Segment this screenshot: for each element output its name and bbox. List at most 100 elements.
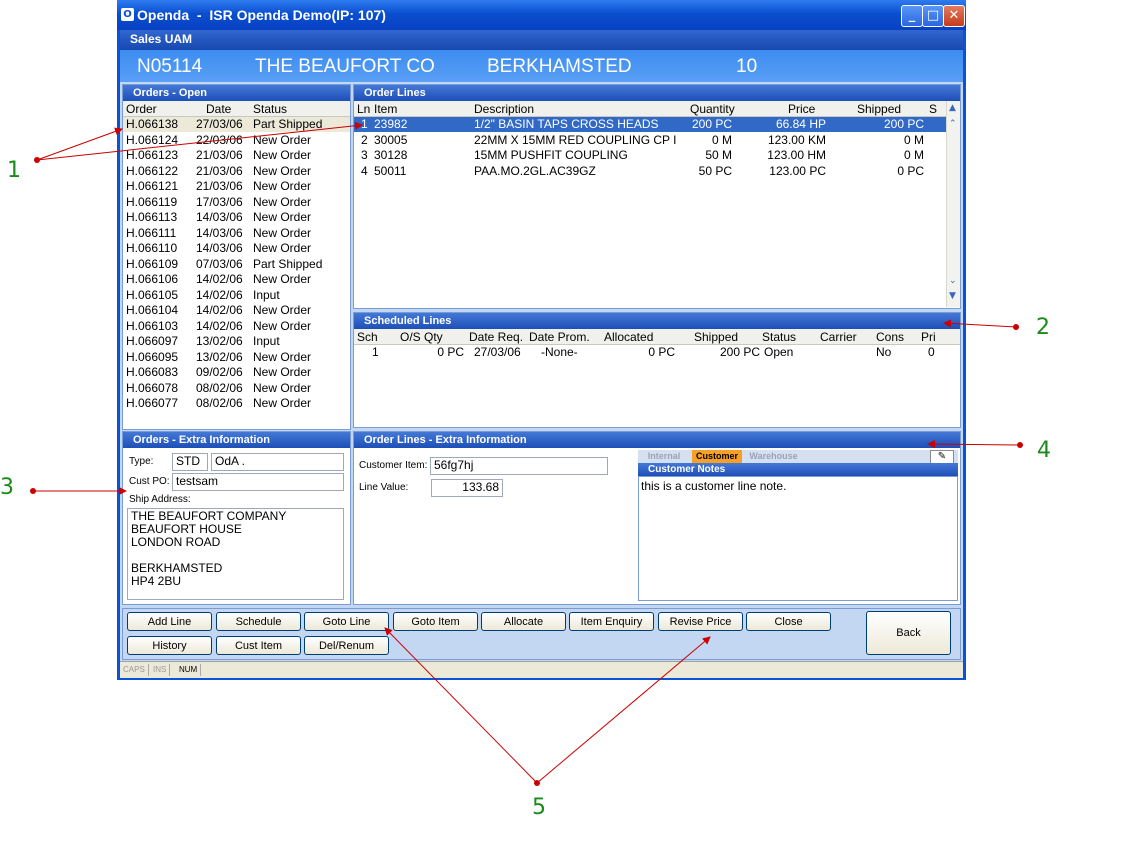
col-description[interactable]: Description (474, 102, 534, 116)
maximize-icon: □ (926, 8, 940, 23)
cust-po-label: Cust PO: (129, 476, 170, 487)
scroll-down-icon[interactable]: ▼ (949, 291, 956, 301)
goto-item-button[interactable]: Goto Item (393, 612, 478, 631)
history-button[interactable]: History (127, 636, 212, 655)
tab-warehouse[interactable]: Warehouse (746, 450, 801, 463)
order-line-row[interactable]: 1 23982 1/2" BASIN TAPS CROSS HEADS 200 PC 6… (354, 117, 946, 132)
order-row[interactable]: H.066078 08/02/06 New Order (123, 381, 350, 396)
order-row[interactable]: H.066119 17/03/06 New Order (123, 195, 350, 210)
maximize-button[interactable]: □ (922, 5, 944, 27)
menu-label[interactable]: Sales UAM (130, 32, 192, 46)
order-line-row[interactable]: 3 30128 15MM PUSHFIT COUPLING 50 M 123.00 HM… (354, 148, 946, 163)
scheduled-line-row[interactable]: 1 0 PC 27/03/06 -None- 0 PC 200 PC Open No 0 (354, 345, 960, 360)
window-title: Openda - ISR Openda Demo(IP: 107) (137, 7, 386, 23)
order-row[interactable]: H.066103 14/02/06 New Order (123, 319, 350, 334)
lines-extra-title: Order Lines - Extra Information (354, 432, 960, 448)
order-row[interactable]: H.066106 14/02/06 New Order (123, 272, 350, 287)
order-number: H.066123 (126, 148, 179, 162)
col-status[interactable]: Status (253, 102, 287, 116)
col-price[interactable]: Price (788, 102, 815, 116)
line-number: 4 (361, 163, 368, 178)
ship-address-field[interactable]: THE BEAUFORT COMPANY BEAUFORT HOUSE LONDON… (127, 508, 344, 600)
sch-number: 1 (372, 345, 379, 359)
order-row[interactable]: H.066138 27/03/06 Part Shipped (123, 117, 350, 132)
tab-internal[interactable]: Internal (638, 450, 690, 463)
order-date: 21/03/06 (196, 148, 243, 162)
num-indicator: NUM (176, 664, 202, 676)
goto-line-button[interactable]: Goto Line (304, 612, 389, 631)
order-row[interactable]: H.066077 08/02/06 New Order (123, 396, 350, 411)
col-status[interactable]: Status (762, 330, 796, 344)
add-line-button[interactable]: Add Line (127, 612, 212, 631)
col-allocated[interactable]: Allocated (604, 330, 653, 344)
order-row[interactable]: H.066124 22/03/06 New Order (123, 133, 350, 148)
col-item[interactable]: Item (374, 102, 397, 116)
col-quantity[interactable]: Quantity (690, 102, 735, 116)
sch-pri: 0 (928, 345, 935, 359)
close-window-button[interactable]: ✕ (943, 5, 965, 27)
tab-customer[interactable]: Customer (692, 450, 742, 463)
order-status: New Order (253, 303, 312, 317)
order-row[interactable]: H.066123 21/03/06 New Order (123, 148, 350, 163)
account-number: N05114 (137, 56, 203, 77)
col-s[interactable]: S (929, 102, 937, 116)
order-lines-scrollbar[interactable]: ▲ ⌃ ⌄ ▼ (946, 101, 960, 307)
order-row[interactable]: H.066111 14/03/06 New Order (123, 226, 350, 241)
customer-item-label: Customer Item: (359, 460, 428, 471)
line-price: 123.00 KM (767, 132, 826, 147)
lines-extra-panel: Order Lines - Extra Information Customer… (353, 431, 961, 605)
scroll-top-icon[interactable]: ⌃ (949, 119, 957, 129)
cust-item-button[interactable]: Cust Item (216, 636, 301, 655)
order-row[interactable]: H.066083 09/02/06 New Order (123, 365, 350, 380)
order-row[interactable]: H.066113 14/03/06 New Order (123, 210, 350, 225)
scroll-bottom-icon[interactable]: ⌄ (949, 276, 957, 286)
schedule-button[interactable]: Schedule (216, 612, 301, 631)
type-extra-field[interactable]: OdA . (211, 453, 344, 471)
minimize-button[interactable]: _ (901, 5, 923, 27)
order-row[interactable]: H.066122 21/03/06 New Order (123, 164, 350, 179)
customer-notes-text[interactable]: this is a customer line note. (638, 476, 958, 601)
order-line-row[interactable]: 2 30005 22MM X 15MM RED COUPLING CP I 0 M 12… (354, 133, 946, 148)
order-row[interactable]: H.066105 14/02/06 Input (123, 288, 350, 303)
order-number: H.066111 (126, 225, 177, 240)
order-status: New Order (253, 210, 312, 224)
allocate-button[interactable]: Allocate (481, 612, 566, 631)
order-number: H.066095 (126, 349, 179, 364)
col-shipped[interactable]: Shipped (694, 330, 738, 344)
col-pri[interactable]: Pri (921, 330, 936, 344)
order-row[interactable]: H.066097 13/02/06 Input (123, 334, 350, 349)
order-number: H.066083 (126, 365, 179, 379)
arrow-1a (36, 127, 123, 161)
order-row[interactable]: H.066095 13/02/06 New Order (123, 350, 350, 365)
annotation-5: 5 (532, 795, 546, 820)
customer-item-field[interactable]: 56fg7hj (430, 457, 608, 475)
order-line-row[interactable]: 4 50011 PAA.MO.2GL.AC39GZ 50 PC 123.00 PC 0 P… (354, 164, 946, 179)
cust-po-field[interactable]: testsam (172, 473, 344, 491)
close-button[interactable]: Close (746, 612, 831, 631)
menu-bar: Sales UAM (120, 30, 963, 50)
col-ln[interactable]: Ln (357, 102, 370, 116)
line-description: 15MM PUSHFIT COUPLING (474, 148, 628, 162)
col-sch[interactable]: Sch (357, 330, 378, 344)
order-row[interactable]: H.066109 07/03/06 Part Shipped (123, 257, 350, 272)
item-enquiry-button[interactable]: Item Enquiry (569, 612, 654, 631)
back-button[interactable]: Back (866, 611, 951, 655)
col-os-qty[interactable]: O/S Qty (400, 330, 443, 344)
del-renum-button[interactable]: Del/Renum (304, 636, 389, 655)
col-order[interactable]: Order (126, 102, 157, 116)
col-date[interactable]: Date (206, 102, 231, 116)
revise-price-button[interactable]: Revise Price (658, 612, 743, 631)
type-field[interactable]: STD (172, 453, 208, 471)
line-quantity: 50 PC (698, 163, 732, 178)
col-date-prom[interactable]: Date Prom. (529, 330, 590, 344)
col-carrier[interactable]: Carrier (820, 330, 857, 344)
order-row[interactable]: H.066121 21/03/06 New Order (123, 179, 350, 194)
order-row[interactable]: H.066104 14/02/06 New Order (123, 303, 350, 318)
title-bar[interactable]: O Openda - ISR Openda Demo(IP: 107) _ □ … (117, 0, 966, 30)
col-cons[interactable]: Cons (876, 330, 904, 344)
col-shipped[interactable]: Shipped (857, 102, 901, 116)
col-date-req[interactable]: Date Req. (469, 330, 523, 344)
scroll-up-icon[interactable]: ▲ (949, 103, 956, 113)
order-row[interactable]: H.066110 14/03/06 New Order (123, 241, 350, 256)
sch-date-req: 27/03/06 (474, 345, 521, 359)
